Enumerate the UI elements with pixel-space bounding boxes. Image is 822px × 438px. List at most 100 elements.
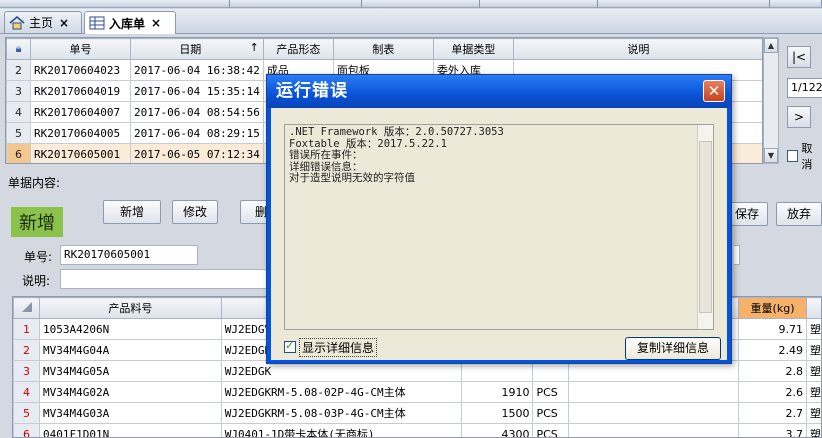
show-detail-label: 显示详细信息 xyxy=(299,337,378,357)
cell-name[interactable]: WJ2EDGKRM-5.08-02P-4G-CM主体 xyxy=(220,381,462,403)
scroll-up-icon[interactable]: ▲ xyxy=(764,38,778,53)
cell-no[interactable]: RK20170605001 xyxy=(30,143,131,163)
cell-weight[interactable]: 2.7 xyxy=(738,402,807,424)
cell-weight[interactable]: 3.7 xyxy=(738,423,807,437)
row-header-corner[interactable]: 🔒︎ xyxy=(6,38,31,60)
cell-extra[interactable]: 塑 xyxy=(806,381,821,403)
cell-pn[interactable]: MV34M4G03A xyxy=(38,402,222,424)
row-number[interactable]: 2 xyxy=(6,59,31,81)
toolbar-segment[interactable] xyxy=(770,0,822,7)
cell-pn[interactable]: 0401F1D01N xyxy=(38,423,222,437)
col-header-maker[interactable]: 制表 xyxy=(332,38,434,60)
next-page-button[interactable]: > xyxy=(787,106,811,128)
row-number[interactable]: 4 xyxy=(6,101,31,123)
toolbar-segment[interactable] xyxy=(480,0,598,7)
toolbar-segment[interactable] xyxy=(362,0,480,7)
cell-weight[interactable]: 2.49 xyxy=(738,339,807,361)
tab-home[interactable]: 主页 × xyxy=(4,11,82,33)
page-input[interactable]: 1/122 xyxy=(787,78,822,98)
col-header-note[interactable]: 说明 xyxy=(512,38,762,60)
row-number[interactable]: 4 xyxy=(13,381,40,403)
top-grid-scrollbar[interactable]: ▲ ▼ xyxy=(763,37,779,164)
add-button[interactable]: 新增 xyxy=(103,200,161,224)
col-header-form[interactable]: 产品形态 xyxy=(262,38,334,60)
cell-name[interactable]: WJ0401-1D带卡本体(无商标) xyxy=(220,423,462,437)
cell-no[interactable]: RK20170604005 xyxy=(30,122,131,144)
no-input[interactable]: RK20170605001 xyxy=(60,245,198,265)
close-icon[interactable]: × xyxy=(59,16,69,30)
cell-date[interactable]: 2017-06-04 15:35:14 xyxy=(130,80,264,102)
row-number[interactable]: 5 xyxy=(13,402,40,424)
col-header-extra[interactable] xyxy=(806,297,821,319)
toolbar-segment[interactable] xyxy=(598,0,770,7)
col-header-type[interactable]: 单据类型 xyxy=(432,38,514,60)
tab-home-label: 主页 xyxy=(29,16,54,30)
toolbar-segment[interactable] xyxy=(230,0,362,7)
row-number[interactable]: 6 xyxy=(13,423,40,437)
save-button[interactable]: 保存 xyxy=(726,202,768,226)
cell-no[interactable]: RK20170604019 xyxy=(30,80,131,102)
close-icon[interactable]: ✕ xyxy=(703,80,725,102)
row-header-corner[interactable] xyxy=(13,297,40,319)
table-row[interactable]: 5 MV34M4G03A WJ2EDGKRM-5.08-03P-4G-CM主体 … xyxy=(13,402,821,424)
table-row[interactable]: 4 MV34M4G02A WJ2EDGKRM-5.08-02P-4G-CM主体 … xyxy=(13,381,821,403)
cell-date[interactable]: 2017-06-04 08:54:56 xyxy=(130,101,264,123)
show-detail-checkbox[interactable]: 显示详细信息 xyxy=(284,337,378,357)
cell-qty[interactable]: 4300 xyxy=(460,423,534,437)
cell-extra[interactable]: 塑 xyxy=(806,360,821,382)
cell-qty[interactable]: 1910 xyxy=(460,381,534,403)
cell-weight[interactable]: 9.71 xyxy=(738,318,807,340)
cell-date[interactable]: 2017-06-04 16:38:42 xyxy=(130,59,264,81)
error-detail-text[interactable]: .NET Framework 版本：2.0.50727.3053 Foxtabl… xyxy=(284,124,714,330)
row-number[interactable]: 6 xyxy=(6,143,31,163)
mode-badge: 新增 xyxy=(11,207,63,237)
col-header-no[interactable]: 单号 xyxy=(30,38,131,60)
cell-no[interactable]: RK20170604007 xyxy=(30,101,131,123)
toolbar-segment[interactable] xyxy=(0,0,230,7)
cell-unit[interactable]: PCS xyxy=(532,381,570,403)
cell-extra[interactable]: 塑 xyxy=(806,423,821,437)
col-header-weight[interactable]: 重量(kg) xyxy=(738,297,807,319)
cell-extra[interactable]: 塑 xyxy=(806,339,821,361)
first-page-button[interactable]: |< xyxy=(787,46,811,68)
cell-blank[interactable] xyxy=(568,402,740,424)
checkbox-box[interactable] xyxy=(787,150,799,162)
discard-button[interactable]: 放弃 xyxy=(776,202,822,226)
tab-inbound[interactable]: 入库单 × xyxy=(84,11,176,34)
cell-pn[interactable]: MV34M4G05A xyxy=(38,360,222,382)
row-number[interactable]: 1 xyxy=(13,318,40,340)
cell-date[interactable]: 2017-06-05 07:12:34 xyxy=(130,143,264,163)
detail-scrollbar[interactable] xyxy=(697,125,713,329)
cell-weight[interactable]: 2.6 xyxy=(738,381,807,403)
row-number[interactable]: 2 xyxy=(13,339,40,361)
cell-pn[interactable]: MV34M4G02A xyxy=(38,381,222,403)
row-number[interactable]: 5 xyxy=(6,122,31,144)
cell-unit[interactable]: PCS xyxy=(532,423,570,437)
cell-pn[interactable]: 1053A4206N xyxy=(38,318,222,340)
cell-extra[interactable]: 塑 xyxy=(806,318,821,340)
cell-extra[interactable]: 塑 xyxy=(806,402,821,424)
close-icon[interactable]: × xyxy=(151,16,161,30)
dialog-title[interactable]: 运行错误 xyxy=(267,75,731,108)
scroll-thumb[interactable] xyxy=(699,141,712,313)
table-row[interactable]: 6 0401F1D01N WJ0401-1D带卡本体(无商标) 4300 PCS… xyxy=(13,423,821,437)
copy-details-button[interactable]: 复制详细信息 xyxy=(625,337,721,360)
checkbox-checked-icon[interactable] xyxy=(284,339,296,353)
cell-blank[interactable] xyxy=(568,381,740,403)
scroll-down-icon[interactable]: ▼ xyxy=(764,148,778,163)
col-header-date[interactable]: 日期 ↑ xyxy=(130,38,264,60)
edit-button[interactable]: 修改 xyxy=(172,200,218,224)
cell-unit[interactable]: PCS xyxy=(532,402,570,424)
cell-weight[interactable]: 2.8 xyxy=(738,360,807,382)
col-header-pn[interactable]: 产品料号 xyxy=(38,297,222,319)
cell-name[interactable]: WJ2EDGKRM-5.08-03P-4G-CM主体 xyxy=(220,402,462,424)
cell-blank[interactable] xyxy=(568,423,740,437)
row-number[interactable]: 3 xyxy=(6,80,31,102)
cell-no[interactable]: RK20170604023 xyxy=(30,59,131,81)
cell-qty[interactable]: 1500 xyxy=(460,402,534,424)
cell-date[interactable]: 2017-06-04 08:29:15 xyxy=(130,122,264,144)
note-input[interactable] xyxy=(60,269,272,289)
cell-pn[interactable]: MV34M4G04A xyxy=(38,339,222,361)
row-number[interactable]: 3 xyxy=(13,360,40,382)
cancel-checkbox[interactable]: 取消 xyxy=(787,140,822,172)
